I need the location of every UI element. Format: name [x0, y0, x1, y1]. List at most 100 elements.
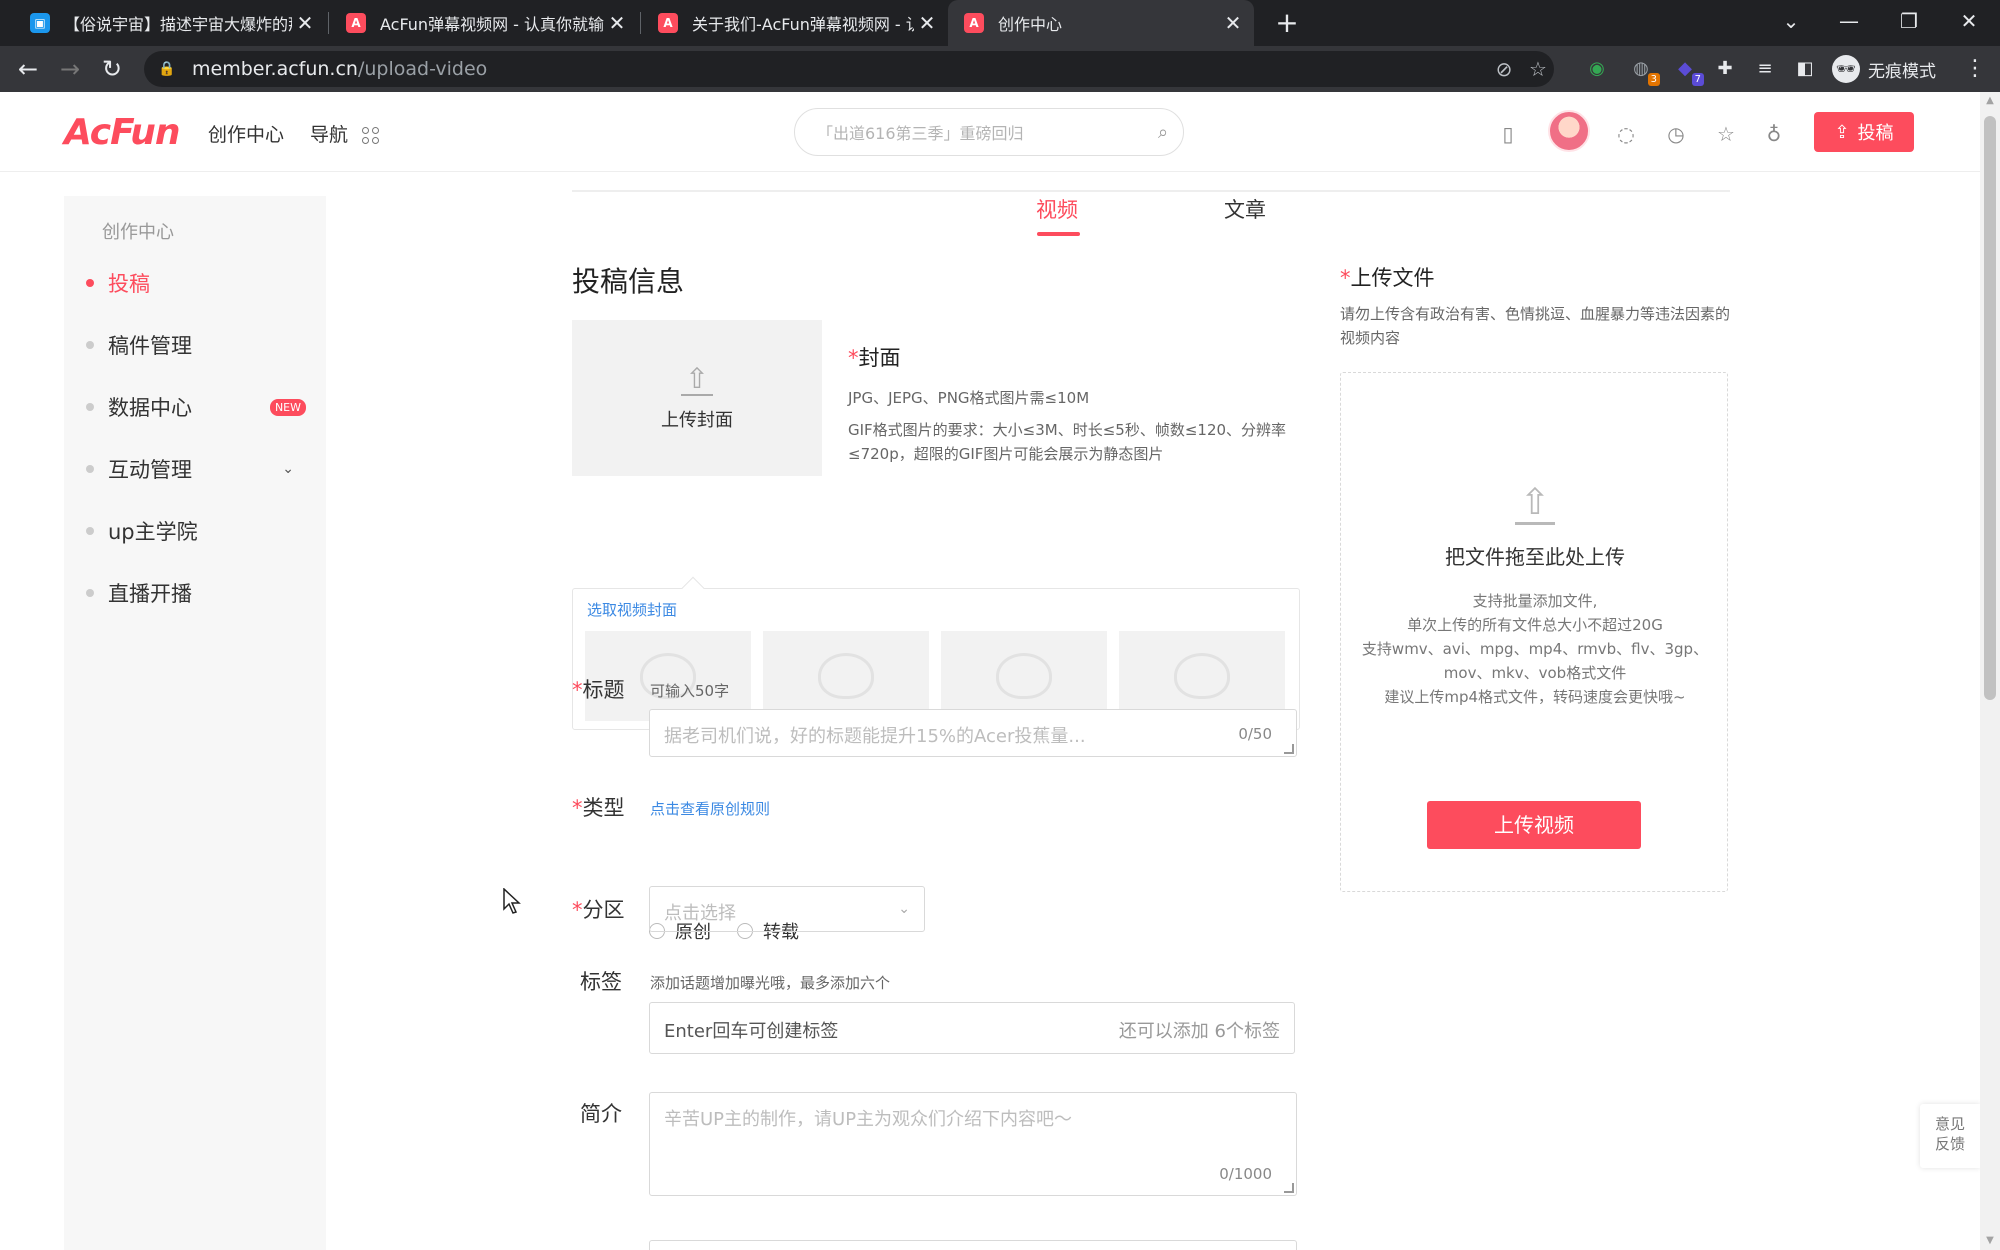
forward-icon[interactable]: → — [54, 53, 86, 85]
banana-icon[interactable]: ♁ — [1760, 120, 1788, 148]
url-text: member.acfun.cn/upload-video — [192, 58, 488, 80]
incognito-indicator[interactable]: 🕶 无痕模式 — [1832, 54, 1936, 84]
extension-icon[interactable]: ◍ 3 — [1626, 54, 1660, 86]
browser-tab[interactable]: A 关于我们-AcFun弹幕视频网 - 认 ✕ — [642, 0, 948, 46]
sidebar-item-data[interactable]: 数据中心 NEW — [86, 392, 316, 422]
search-icon[interactable]: ⌕ — [1143, 122, 1183, 143]
browser-tab[interactable]: ▣ 【俗说宇宙】描述宇宙大爆炸的那 ✕ — [14, 0, 326, 46]
mobile-icon[interactable]: ▯ — [1494, 120, 1522, 148]
incognito-label: 无痕模式 — [1868, 61, 1936, 82]
cover-heading: *封面 — [848, 346, 901, 370]
scroll-up-icon[interactable]: ▲ — [1980, 92, 2000, 110]
original-rules-link[interactable]: 点击查看原创规则 — [650, 798, 770, 819]
dot-icon — [86, 403, 94, 411]
dropzone-info-line: 建议上传mp4格式文件，转码速度会更快哦~ — [1384, 688, 1686, 706]
lock-icon[interactable]: 🔒 — [158, 61, 180, 77]
intro-textarea[interactable]: 辛苦UP主的制作，请UP主为观众们介绍下内容吧～ 0/1000 — [649, 1092, 1297, 1196]
history-icon[interactable]: ◷ — [1662, 120, 1690, 148]
placeholder-face-icon — [818, 653, 874, 699]
nav-guide[interactable]: 导航 — [310, 120, 380, 147]
eye-off-icon[interactable]: ⊘ — [1488, 53, 1520, 85]
tags-hint: 添加话题增加曝光哦，最多添加六个 — [650, 974, 891, 992]
browser-tab[interactable]: A AcFun弹幕视频网 - 认真你就输啦 ✕ — [330, 0, 638, 46]
site-header: AcFun 创作中心 导航 「出道616第三季」重磅回归 ⌕ ▯ ◌ ◷ ☆ ♁… — [0, 92, 1980, 172]
cover-format-note: JPG、JEPG、PNG格式图片需≤10M — [848, 389, 1090, 407]
browser-menu-icon[interactable]: ⋮ — [1960, 54, 1990, 84]
dropzone-info-line: mov、mkv、vob格式文件 — [1443, 664, 1627, 682]
upload-video-button[interactable]: 上传视频 — [1427, 801, 1641, 849]
tab-article[interactable]: 文章 — [1224, 194, 1266, 224]
side-panel-icon[interactable]: ◧ — [1790, 54, 1820, 84]
close-tab-icon[interactable]: ✕ — [914, 11, 940, 35]
post-button[interactable]: ⇪ 投稿 — [1814, 112, 1914, 152]
upload-cover-button[interactable]: ⇧ 上传封面 — [572, 320, 822, 476]
sidebar-item-academy[interactable]: up主学院 — [86, 516, 316, 546]
extension-icon[interactable]: ◉ — [1582, 54, 1612, 84]
acfun-favicon-icon: A — [964, 13, 984, 33]
resize-handle[interactable] — [1284, 1183, 1294, 1193]
frame-thumbnail[interactable] — [763, 631, 929, 721]
active-tab-indicator — [1037, 232, 1080, 236]
tab-title: 创作中心 — [998, 15, 1063, 34]
close-tab-icon[interactable]: ✕ — [604, 11, 630, 35]
browser-toolbar: ← → ↻ 🔒 member.acfun.cn/upload-video ⊘ ☆… — [0, 46, 2000, 92]
post-button-label: 投稿 — [1857, 123, 1894, 144]
puzzle-extensions-icon[interactable]: ✚ — [1710, 54, 1740, 84]
frame-thumbnail[interactable] — [941, 631, 1107, 721]
search-box[interactable]: 「出道616第三季」重磅回归 ⌕ — [794, 108, 1184, 156]
next-field-box[interactable] — [649, 1240, 1297, 1250]
close-tab-icon[interactable]: ✕ — [1220, 11, 1246, 35]
back-icon[interactable]: ← — [12, 53, 44, 85]
restore-icon[interactable]: ❐ — [1880, 0, 1938, 46]
address-bar[interactable]: 🔒 member.acfun.cn/upload-video ⊘ ☆ — [144, 51, 1554, 87]
type-label: *类型 — [572, 796, 625, 820]
dot-icon — [86, 279, 94, 287]
upload-cover-label: 上传封面 — [661, 410, 733, 431]
sidebar-item-manage[interactable]: 稿件管理 — [86, 330, 316, 360]
tags-remaining: 还可以添加 6个标签 — [1118, 1021, 1280, 1042]
sidebar-item-interaction[interactable]: 互动管理 ⌄ — [86, 454, 316, 484]
sidebar-item-live[interactable]: 直播开播 — [86, 578, 316, 608]
tags-input[interactable]: Enter回车可创建标签 还可以添加 6个标签 — [649, 1002, 1295, 1054]
reload-icon[interactable]: ↻ — [96, 53, 128, 85]
scroll-down-icon[interactable]: ▼ — [1980, 1232, 2000, 1250]
new-tab-button[interactable]: + — [1270, 6, 1304, 40]
search-input[interactable]: 「出道616第三季」重磅回归 — [817, 120, 1143, 144]
title-hint: 可输入50字 — [650, 682, 730, 700]
acfun-favicon-icon: A — [658, 13, 678, 33]
minimize-icon[interactable]: — — [1820, 0, 1878, 46]
title-input[interactable]: 据老司机们说，好的标题能提升15%的Acer投蕉量... 0/50 — [649, 709, 1297, 757]
frame-thumbnail[interactable] — [1119, 631, 1285, 721]
acfun-logo[interactable]: AcFun — [64, 112, 180, 153]
title-counter: 0/50 — [1238, 725, 1272, 743]
placeholder-face-icon — [996, 653, 1052, 699]
browser-tab-active[interactable]: A 创作中心 ✕ — [948, 0, 1254, 46]
scrollbar-thumb[interactable] — [1984, 116, 1996, 700]
pick-frame-link[interactable]: 选取视频封面 — [587, 599, 677, 620]
nav-creator-center[interactable]: 创作中心 — [208, 120, 284, 147]
bookmark-star-icon[interactable]: ☆ — [1522, 53, 1554, 85]
tab-search-icon[interactable]: ⌄ — [1762, 0, 1820, 46]
feedback-button[interactable]: 意见 反馈 — [1920, 1104, 1980, 1168]
avatar[interactable] — [1548, 110, 1590, 152]
zone-select[interactable]: 点击选择 ⌄ — [649, 886, 925, 932]
resize-handle[interactable] — [1284, 744, 1294, 754]
sidebar-item-label: 投稿 — [108, 272, 150, 296]
message-icon[interactable]: ◌ — [1612, 120, 1640, 148]
page-content: AcFun 创作中心 导航 「出道616第三季」重磅回归 ⌕ ▯ ◌ ◷ ☆ ♁… — [0, 92, 1980, 1250]
caret — [681, 576, 705, 600]
title-placeholder: 据老司机们说，好的标题能提升15%的Acer投蕉量... — [664, 726, 1086, 747]
close-window-icon[interactable]: ✕ — [1940, 0, 1998, 46]
favorite-icon[interactable]: ☆ — [1712, 120, 1740, 148]
page-scrollbar[interactable]: ▲ ▼ — [1980, 92, 2000, 1250]
upload-arrow-icon: ⇧ — [681, 364, 713, 396]
reading-list-icon[interactable]: ≡ — [1750, 54, 1780, 84]
file-dropzone[interactable]: ⇧ 把文件拖至此处上传 支持批量添加文件, 单次上传的所有文件总大小不超过20G… — [1340, 372, 1728, 892]
feedback-label: 反馈 — [1934, 1135, 1965, 1153]
extension-icon[interactable]: ◆ 7 — [1670, 54, 1704, 86]
intro-placeholder: 辛苦UP主的制作，请UP主为观众们介绍下内容吧～ — [664, 1109, 1073, 1130]
close-tab-icon[interactable]: ✕ — [292, 11, 318, 35]
tab-video[interactable]: 视频 — [1036, 194, 1078, 224]
sidebar-item-post[interactable]: 投稿 — [86, 268, 316, 298]
tab-divider — [572, 190, 1730, 192]
